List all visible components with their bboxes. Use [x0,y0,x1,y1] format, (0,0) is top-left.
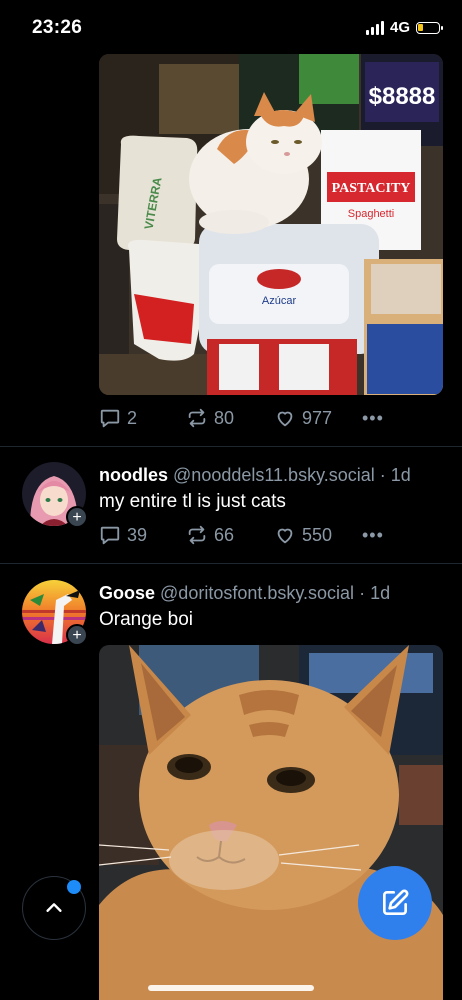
repost-count: 80 [214,407,235,428]
status-bar: 23:26 4G [0,0,462,54]
repost-arrows-icon [188,408,206,428]
status-indicators: 4G [365,19,443,36]
compose-button[interactable] [358,866,432,940]
home-indicator[interactable] [148,985,314,991]
box-product: Spaghetti [348,208,394,220]
new-posts-indicator [67,880,81,894]
speech-bubble-icon [100,526,120,545]
post-image-orange-cat[interactable] [99,645,443,1000]
more-options-button[interactable]: ••• [362,408,384,429]
author-handle[interactable]: @nooddels11.bsky.social [173,465,375,485]
repost-count: 66 [214,524,235,545]
signal-icon [365,20,384,35]
author-name[interactable]: Goose [99,583,155,603]
post-divider [0,563,462,564]
post-text: my entire tl is just cats [99,491,286,512]
packet-label: Azúcar [262,295,297,307]
speech-bubble-icon [100,409,120,428]
author-handle[interactable]: @doritosfont.bsky.social [160,583,354,603]
repost-button[interactable]: 66 [186,524,234,546]
reply-count: 2 [127,407,138,428]
network-type: 4G [389,19,410,36]
more-options-button[interactable]: ••• [362,525,384,546]
reply-button[interactable]: 2 [99,407,137,429]
post-time: · 1d [359,583,391,603]
pencil-square-icon [383,889,409,915]
heart-icon [277,411,293,427]
post-divider [0,446,462,447]
follow-plus-button[interactable]: + [66,506,88,528]
like-button[interactable]: 550 [274,524,332,546]
like-count: 550 [302,524,333,545]
reply-count: 39 [127,524,148,545]
follow-plus-button[interactable]: + [66,624,88,646]
repost-button[interactable]: 80 [186,407,234,429]
heart-icon [277,528,293,544]
reply-button[interactable]: 39 [99,524,147,546]
author-name[interactable]: noodles [99,465,168,485]
post-header: noodles @nooddels11.bsky.social · 1d [99,465,411,486]
chevron-up-icon [46,903,62,912]
repost-arrows-icon [188,525,206,545]
battery-icon [416,21,443,34]
status-time: 23:26 [32,17,83,38]
box-brand: PASTACITY [332,181,411,196]
battery-level [418,23,423,31]
shop-price-sign: $8888 [369,83,436,110]
like-button[interactable]: 977 [274,407,332,429]
post-text: Orange boi [99,609,194,630]
like-count: 977 [302,407,333,428]
post-time: · 1d [379,465,411,485]
post-image-cat-shop[interactable]: $8888 VITERRA PASTACITY Spaghetti Azúcar [99,54,443,395]
post-header: Goose @doritosfont.bsky.social · 1d [99,583,390,604]
